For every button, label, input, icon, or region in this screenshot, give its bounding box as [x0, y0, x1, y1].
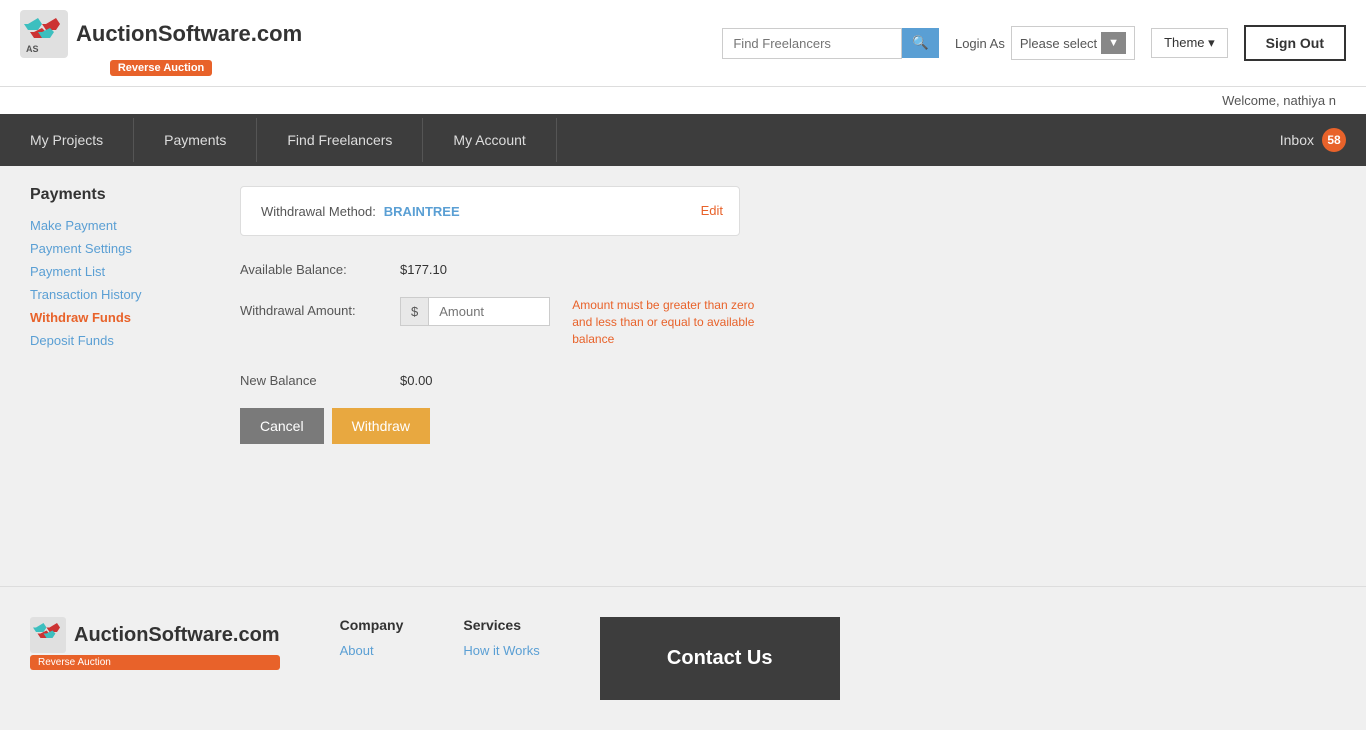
sidebar-link-transaction-history[interactable]: Transaction History: [30, 287, 210, 302]
withdrawal-amount-label: Withdrawal Amount:: [240, 297, 400, 318]
footer-logo-area: AuctionSoftware.com Reverse Auction: [30, 617, 280, 670]
please-select-dropdown[interactable]: Please select ▼: [1011, 26, 1135, 60]
sidebar-link-make-payment[interactable]: Make Payment: [30, 218, 210, 233]
footer-services: Services How it Works: [463, 617, 539, 662]
available-balance-row: Available Balance: $177.10: [240, 256, 840, 277]
dropdown-arrow-icon: ▼: [1101, 32, 1126, 54]
amount-input-group: $: [400, 297, 550, 326]
amount-hint: Amount must be greater than zero and les…: [572, 297, 772, 347]
reverse-auction-badge: Reverse Auction: [110, 60, 212, 76]
nav-item-payments[interactable]: Payments: [134, 118, 257, 162]
please-select-value: Please select: [1020, 36, 1097, 51]
footer-logo-title: AuctionSoftware.com: [30, 617, 280, 653]
svg-text:AS: AS: [26, 44, 39, 54]
inbox-area[interactable]: Inbox 58: [1260, 114, 1366, 166]
footer-contact-label: Contact Us: [667, 647, 773, 670]
main-container: Payments Make Payment Payment Settings P…: [0, 166, 1366, 586]
footer-link-about[interactable]: About: [340, 643, 404, 658]
content-area: Withdrawal Method: BRAINTREE Edit Availa…: [240, 186, 1336, 566]
footer-company-heading: Company: [340, 617, 404, 633]
available-balance-value: $177.10: [400, 256, 447, 277]
footer-site-name: AuctionSoftware.com: [74, 624, 280, 647]
sidebar: Payments Make Payment Payment Settings P…: [30, 186, 210, 566]
inbox-label: Inbox: [1280, 132, 1314, 148]
footer: AuctionSoftware.com Reverse Auction Comp…: [0, 586, 1366, 730]
welcome-text: Welcome, nathiya n: [1222, 93, 1336, 108]
withdrawal-method-card: Withdrawal Method: BRAINTREE Edit: [240, 186, 740, 236]
header: AS AuctionSoftware.com Reverse Auction 🔍…: [0, 0, 1366, 87]
new-balance-row: New Balance $0.00: [240, 367, 840, 388]
withdrawal-method-value: BRAINTREE: [384, 204, 460, 219]
action-buttons: Cancel Withdraw: [240, 408, 1336, 444]
sidebar-title: Payments: [30, 186, 210, 204]
withdrawal-method-label: Withdrawal Method:: [261, 204, 376, 219]
footer-services-heading: Services: [463, 617, 539, 633]
header-search: 🔍: [722, 28, 939, 59]
nav-item-my-account[interactable]: My Account: [423, 118, 556, 162]
amount-input-area: $ Amount must be greater than zero and l…: [400, 297, 772, 347]
sidebar-link-deposit-funds[interactable]: Deposit Funds: [30, 333, 210, 348]
new-balance-value: $0.00: [400, 367, 433, 388]
sidebar-link-payment-settings[interactable]: Payment Settings: [30, 241, 210, 256]
edit-link[interactable]: Edit: [701, 203, 723, 218]
theme-button[interactable]: Theme ▾: [1151, 28, 1228, 58]
sidebar-link-payment-list[interactable]: Payment List: [30, 264, 210, 279]
nav-item-my-projects[interactable]: My Projects: [0, 118, 134, 162]
amount-input[interactable]: [429, 298, 549, 325]
search-button[interactable]: 🔍: [902, 28, 939, 58]
search-input[interactable]: [722, 28, 902, 59]
welcome-bar: Welcome, nathiya n: [0, 87, 1366, 114]
nav-item-find-freelancers[interactable]: Find Freelancers: [257, 118, 423, 162]
login-as-label: Login As: [955, 36, 1005, 51]
footer-reverse-auction-badge: Reverse Auction: [30, 655, 280, 670]
footer-logo-icon: [30, 617, 66, 653]
footer-company: Company About: [340, 617, 404, 662]
new-balance-label: New Balance: [240, 367, 400, 388]
navbar: My Projects Payments Find Freelancers My…: [0, 114, 1366, 166]
logo-area: AS AuctionSoftware.com Reverse Auction: [20, 10, 302, 76]
sign-out-button[interactable]: Sign Out: [1244, 25, 1346, 61]
footer-contact-us[interactable]: Contact Us: [600, 617, 840, 700]
footer-link-how-it-works[interactable]: How it Works: [463, 643, 539, 658]
dollar-sign: $: [401, 298, 429, 325]
withdraw-button[interactable]: Withdraw: [332, 408, 430, 444]
available-balance-label: Available Balance:: [240, 256, 400, 277]
cancel-button[interactable]: Cancel: [240, 408, 324, 444]
logo-title: AS AuctionSoftware.com: [20, 10, 302, 58]
site-name: AuctionSoftware.com: [76, 21, 302, 47]
withdrawal-amount-row: Withdrawal Amount: $ Amount must be grea…: [240, 297, 840, 347]
inbox-badge: 58: [1322, 128, 1346, 152]
logo-icon: AS: [20, 10, 68, 58]
login-as-group: Login As Please select ▼: [955, 26, 1135, 60]
sidebar-link-withdraw-funds[interactable]: Withdraw Funds: [30, 310, 210, 325]
